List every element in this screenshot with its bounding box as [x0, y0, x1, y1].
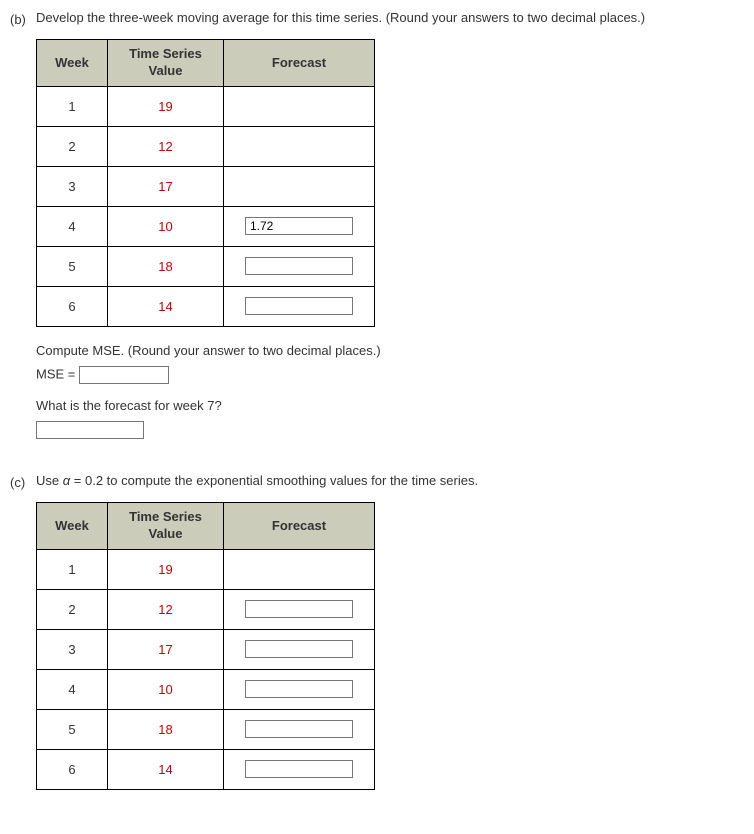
- cell-value: 12: [108, 126, 224, 166]
- cell-forecast: [224, 749, 375, 789]
- cell-week: 3: [37, 166, 108, 206]
- header-forecast: Forecast: [224, 502, 375, 549]
- table-row: 2 12: [37, 589, 375, 629]
- cell-week: 1: [37, 86, 108, 126]
- cell-forecast: [224, 286, 375, 326]
- part-b-label: (b): [10, 10, 36, 455]
- table-row: 4 10: [37, 206, 375, 246]
- cell-value: 18: [108, 709, 224, 749]
- cell-forecast: [224, 669, 375, 709]
- header-ts-line1: Time Series: [129, 509, 202, 524]
- header-week: Week: [37, 40, 108, 87]
- cell-value: 10: [108, 669, 224, 709]
- part-c-table: Week Time Series Value Forecast 1 19 2 1…: [36, 502, 375, 790]
- cell-forecast: [224, 709, 375, 749]
- part-b: (b) Develop the three-week moving averag…: [10, 10, 744, 455]
- week7-section: What is the forecast for week 7?: [36, 398, 744, 439]
- cell-forecast: [224, 589, 375, 629]
- cell-value: 17: [108, 629, 224, 669]
- cell-forecast: [224, 86, 375, 126]
- forecast-input-c-week4[interactable]: [245, 680, 353, 698]
- cell-week: 5: [37, 709, 108, 749]
- header-ts-line1: Time Series: [129, 46, 202, 61]
- cell-week: 1: [37, 549, 108, 589]
- cell-value: 14: [108, 749, 224, 789]
- cell-forecast: [224, 549, 375, 589]
- forecast-input-week4[interactable]: [245, 217, 353, 235]
- cell-week: 4: [37, 206, 108, 246]
- cell-week: 5: [37, 246, 108, 286]
- table-row: 5 18: [37, 709, 375, 749]
- forecast-input-c-week2[interactable]: [245, 600, 353, 618]
- table-row: 3 17: [37, 166, 375, 206]
- table-row: 4 10: [37, 669, 375, 709]
- part-c-instruction: Use α = 0.2 to compute the exponential s…: [36, 473, 744, 488]
- mse-label: MSE =: [36, 366, 79, 381]
- cell-forecast: [224, 166, 375, 206]
- cell-forecast: [224, 629, 375, 669]
- cell-forecast: [224, 126, 375, 166]
- forecast-input-c-week3[interactable]: [245, 640, 353, 658]
- header-week: Week: [37, 502, 108, 549]
- cell-forecast: [224, 246, 375, 286]
- cell-value: 12: [108, 589, 224, 629]
- week7-question: What is the forecast for week 7?: [36, 398, 744, 413]
- header-time-series-value: Time Series Value: [108, 502, 224, 549]
- cell-forecast: [224, 206, 375, 246]
- forecast-input-week6[interactable]: [245, 297, 353, 315]
- cell-value: 18: [108, 246, 224, 286]
- cell-value: 19: [108, 86, 224, 126]
- table-row: 3 17: [37, 629, 375, 669]
- header-forecast: Forecast: [224, 40, 375, 87]
- part-c: (c) Use α = 0.2 to compute the exponenti…: [10, 473, 744, 806]
- cell-value: 10: [108, 206, 224, 246]
- cell-week: 6: [37, 749, 108, 789]
- table-row: 5 18: [37, 246, 375, 286]
- cell-week: 2: [37, 589, 108, 629]
- forecast-input-week5[interactable]: [245, 257, 353, 275]
- cell-week: 2: [37, 126, 108, 166]
- part-b-content: Develop the three-week moving average fo…: [36, 10, 744, 455]
- part-b-instruction: Develop the three-week moving average fo…: [36, 10, 744, 25]
- instruction-rest: = 0.2 to compute the exponential smoothi…: [70, 473, 478, 488]
- part-b-table: Week Time Series Value Forecast 1 19 2 1…: [36, 39, 375, 327]
- instruction-pre: Use: [36, 473, 63, 488]
- cell-week: 6: [37, 286, 108, 326]
- forecast-input-c-week5[interactable]: [245, 720, 353, 738]
- cell-value: 19: [108, 549, 224, 589]
- header-ts-line2: Value: [149, 526, 183, 541]
- cell-value: 17: [108, 166, 224, 206]
- cell-week: 4: [37, 669, 108, 709]
- cell-week: 3: [37, 629, 108, 669]
- table-row: 6 14: [37, 749, 375, 789]
- week7-input[interactable]: [36, 421, 144, 439]
- part-c-content: Use α = 0.2 to compute the exponential s…: [36, 473, 744, 806]
- table-row: 6 14: [37, 286, 375, 326]
- header-time-series-value: Time Series Value: [108, 40, 224, 87]
- mse-row: MSE =: [36, 366, 744, 384]
- table-row: 2 12: [37, 126, 375, 166]
- header-ts-line2: Value: [149, 63, 183, 78]
- table-row: 1 19: [37, 86, 375, 126]
- mse-input[interactable]: [79, 366, 169, 384]
- forecast-input-c-week6[interactable]: [245, 760, 353, 778]
- mse-instruction: Compute MSE. (Round your answer to two d…: [36, 343, 744, 358]
- cell-value: 14: [108, 286, 224, 326]
- table-row: 1 19: [37, 549, 375, 589]
- part-c-label: (c): [10, 473, 36, 806]
